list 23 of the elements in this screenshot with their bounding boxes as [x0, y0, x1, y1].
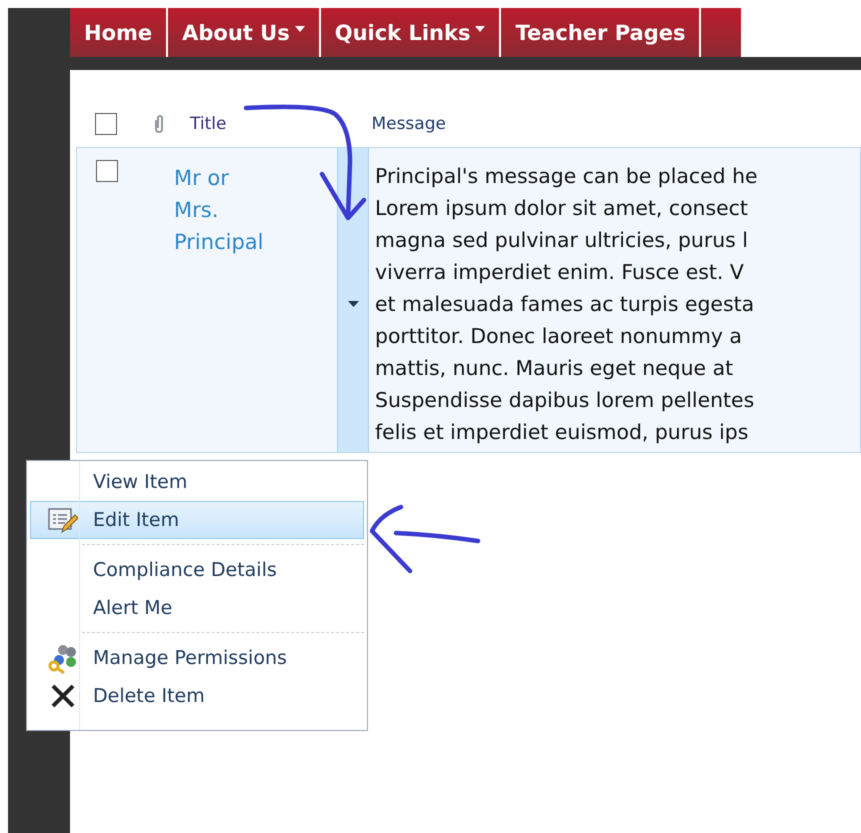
column-header[interactable]: Message — [371, 114, 446, 134]
menu-item[interactable]: Compliance Details — [30, 551, 364, 589]
edit-icon — [48, 506, 78, 534]
nav-tab[interactable]: Teacher Pages — [501, 8, 700, 57]
menu-item[interactable]: Alert Me — [30, 589, 364, 627]
menu-item[interactable]: Manage Permissions — [30, 639, 364, 677]
item-menu-button[interactable] — [337, 148, 369, 452]
nav-tab[interactable]: Quick Links — [320, 8, 500, 57]
row-checkbox[interactable] — [96, 160, 118, 182]
message-text: Principal's message can be placed he Lorem ipsum dolor sit amet, consect magna sed pulvinar ultricies, purus l viverra imperdiet enim. Fusce est. V et malesuada fames ac turpis egesta porttitor. Donec laoreet nonummy a mattis, nunc. Mauris eget neque at Suspendisse dapibus lorem pellentes felis et imperdiet euismod, purus ips — [374, 163, 758, 446]
list-row[interactable] — [76, 147, 861, 453]
select-all-checkbox[interactable] — [95, 113, 117, 135]
column-header[interactable]: Title — [190, 114, 226, 134]
delete-icon — [50, 683, 76, 709]
nav-tab[interactable]: About Us — [168, 8, 319, 57]
nav-tab[interactable]: Home — [70, 8, 166, 57]
paperclip-icon — [153, 115, 165, 133]
keys-and-people-icon — [47, 642, 79, 674]
item-title-link[interactable]: Mr or Mrs. Principal — [174, 148, 337, 452]
caret-icon — [348, 300, 358, 308]
menu-item[interactable]: Edit Item — [30, 501, 364, 539]
menu-item[interactable]: Delete Item — [30, 677, 364, 715]
menu-item[interactable]: View Item — [30, 463, 364, 501]
